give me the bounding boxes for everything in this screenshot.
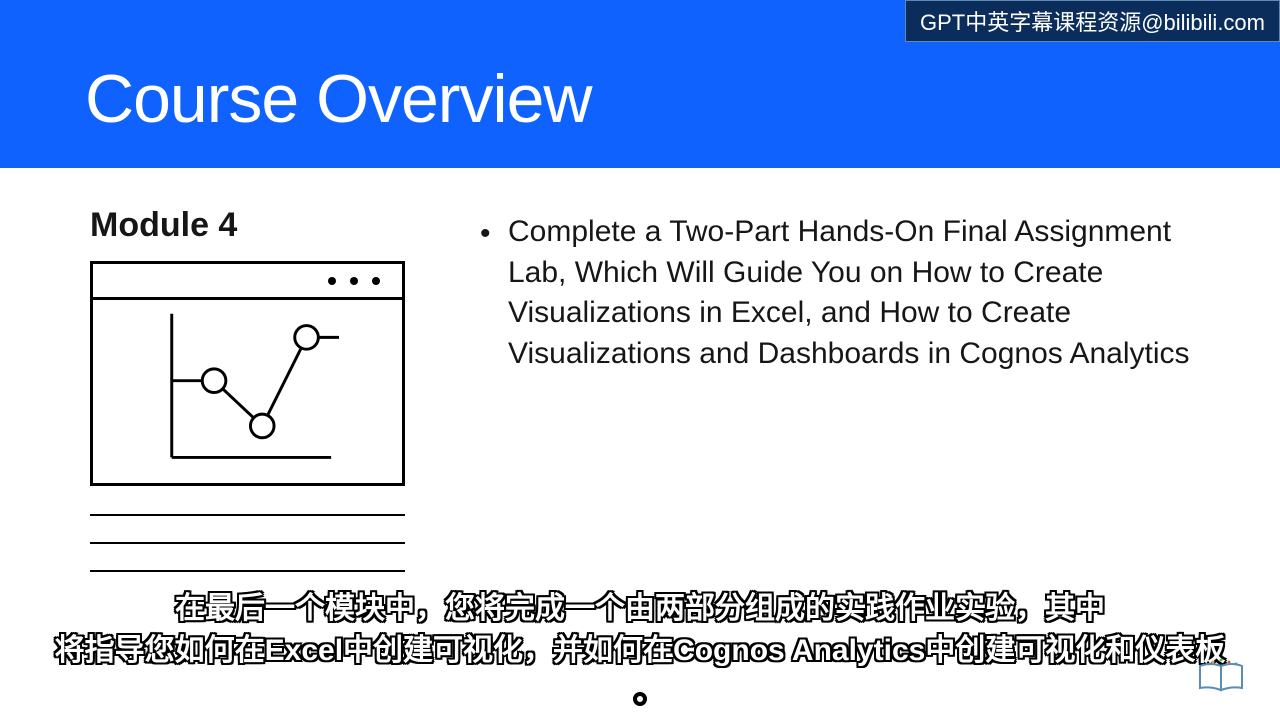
subtitle-overlay: 在最后一个模块中，您将完成一个由两部分组成的实践作业实验，其中 将指导您如何在E… (0, 588, 1280, 672)
watermark-overlay: GPT中英字幕课程资源@bilibili.com (905, 0, 1280, 42)
book-logo-icon (1198, 658, 1244, 694)
page-title: Course Overview (85, 60, 1280, 138)
subtitle-line-2: 将指导您如何在Excel中创建可视化，并如何在Cognos Analytics中… (40, 630, 1240, 672)
bullet-text: Complete a Two-Part Hands-On Final Assig… (508, 212, 1195, 374)
content-area: Module 4 (0, 168, 1280, 598)
module-description-column: Complete a Two-Part Hands-On Final Assig… (480, 206, 1195, 598)
caption-placeholder-lines (90, 514, 410, 572)
placeholder-line (90, 570, 405, 572)
placeholder-line (90, 542, 405, 544)
module-heading: Module 4 (90, 206, 410, 245)
bullet-item: Complete a Two-Part Hands-On Final Assig… (480, 212, 1195, 374)
line-chart-icon (93, 300, 402, 483)
placeholder-line (90, 514, 405, 516)
bullet-list: Complete a Two-Part Hands-On Final Assig… (480, 212, 1195, 374)
record-indicator-icon (633, 692, 647, 706)
window-control-dot (372, 277, 380, 285)
window-control-dot (350, 277, 358, 285)
bullet-marker-icon (480, 212, 508, 255)
chart-body (93, 300, 402, 483)
window-control-dot (328, 277, 336, 285)
subtitle-line-1: 在最后一个模块中，您将完成一个由两部分组成的实践作业实验，其中 (40, 588, 1240, 630)
chart-window-illustration (90, 261, 405, 486)
window-title-bar (93, 264, 402, 300)
module-illustration-column: Module 4 (90, 206, 410, 598)
